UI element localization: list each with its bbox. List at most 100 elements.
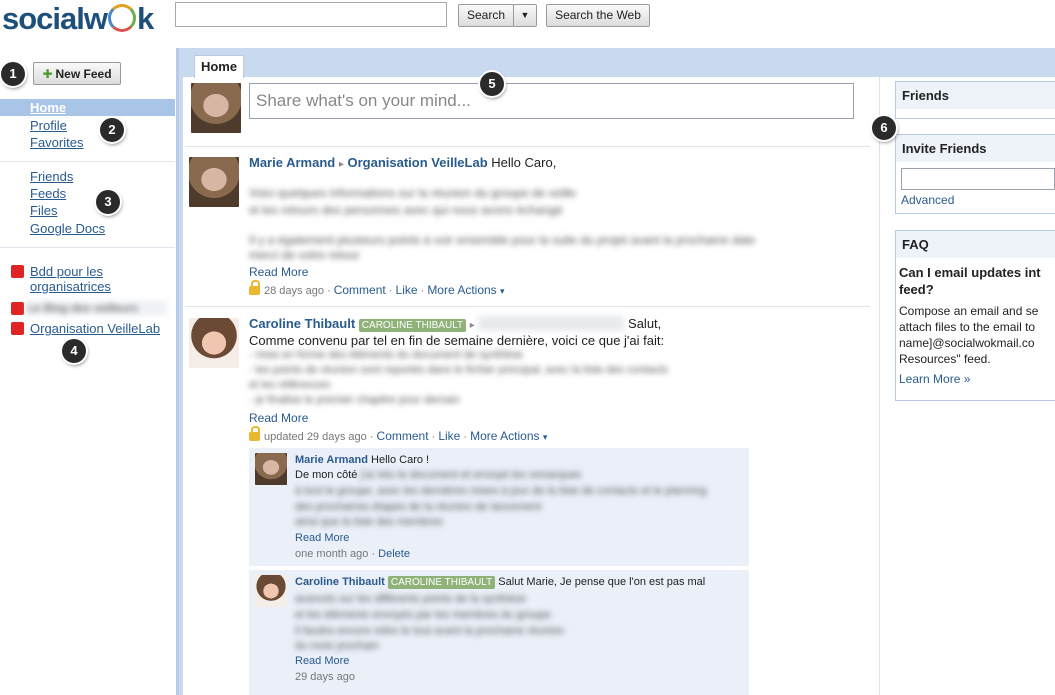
- friends-panel: Friends: [895, 81, 1055, 119]
- post-target-feed[interactable]: Organisation VeilleLab: [348, 155, 488, 170]
- comment-link[interactable]: Comment: [334, 283, 386, 297]
- post-text: Comme convenu par tel en fin de semaine …: [249, 333, 665, 348]
- comment-text-blurred: et les éléments envoyés par les membres …: [295, 609, 551, 621]
- sidebar-feed-bdd[interactable]: Bdd pour les organisatrices: [30, 264, 111, 294]
- feed-color-square: [11, 322, 24, 335]
- sidebar-item-google-docs[interactable]: Google Docs: [30, 221, 105, 236]
- comment-text-blurred: du mois prochain: [295, 640, 379, 652]
- post-author[interactable]: Marie Armand: [249, 155, 335, 170]
- search-input[interactable]: [175, 2, 447, 27]
- comment-header: Caroline Thibault CAROLINE THIBAULT Salu…: [295, 576, 706, 589]
- post-text-blurred: et les références: [249, 379, 331, 391]
- post-avatar[interactable]: [189, 157, 239, 207]
- comment-author[interactable]: Marie Armand: [295, 454, 368, 466]
- sidebar-item-favorites[interactable]: Favorites: [30, 135, 83, 150]
- comment-text-blurred: des prochaines étapes de la réunion de l…: [295, 501, 542, 513]
- like-link[interactable]: Like: [396, 283, 418, 297]
- faq-answer: Compose an email and se attach files to t…: [899, 304, 1039, 366]
- callout-6: 6: [872, 116, 896, 140]
- divider: [185, 146, 870, 147]
- callout-4: 4: [62, 339, 86, 363]
- sidebar-item-files[interactable]: Files: [30, 203, 57, 218]
- like-link[interactable]: Like: [438, 429, 460, 443]
- sidebar-feed-blurred[interactable]: Le Blog des veilleurs: [27, 301, 167, 315]
- chevron-down-icon: ▾: [542, 432, 548, 442]
- invite-email-input[interactable]: [901, 168, 1055, 190]
- arrow-right-icon: ▸: [469, 320, 475, 331]
- tab-home[interactable]: Home: [194, 55, 244, 78]
- sidebar-feed-organisation-veillelab[interactable]: Organisation VeilleLab: [30, 321, 160, 336]
- read-more-link[interactable]: Read More: [295, 532, 349, 544]
- lock-icon: [249, 426, 260, 441]
- app-logo[interactable]: socialw k: [2, 0, 154, 38]
- search-button[interactable]: Search: [458, 4, 514, 27]
- advanced-link[interactable]: Advanced: [901, 193, 954, 207]
- comment-avatar[interactable]: [255, 575, 287, 607]
- callout-1: 1: [1, 62, 25, 86]
- comment-meta: one month ago · Delete: [295, 548, 410, 560]
- post-text-blurred: Voici quelques informations sur la réuni…: [249, 186, 576, 200]
- divider: [185, 306, 870, 307]
- nav-home-highlight: [0, 99, 175, 116]
- sidebar-item-feeds[interactable]: Feeds: [30, 186, 66, 201]
- callout-2: 2: [100, 118, 124, 142]
- post-target-blurred[interactable]: Organisation VeilleLab: [478, 316, 625, 331]
- comment-meta: 29 days ago: [295, 671, 355, 683]
- comment-header: Marie Armand Hello Caro !: [295, 454, 430, 466]
- sidebar-divider: [0, 161, 175, 162]
- user-badge: CAROLINE THIBAULT: [387, 576, 496, 589]
- more-actions-link[interactable]: More Actions ▾: [470, 429, 547, 443]
- search-web-button[interactable]: Search the Web: [546, 4, 650, 27]
- invite-friends-title: Invite Friends: [896, 135, 1055, 162]
- post-meta: 28 days ago · Comment · Like · More Acti…: [249, 280, 505, 297]
- new-feed-button[interactable]: ✚ New Feed: [33, 62, 121, 85]
- chevron-down-icon: ▾: [500, 286, 505, 296]
- comment-text: De mon côté j'ai relu le document et env…: [295, 469, 582, 481]
- sidebar-divider: [0, 247, 175, 248]
- avatar[interactable]: [191, 83, 241, 133]
- feed-color-square: [11, 265, 24, 278]
- read-more-link[interactable]: Read More: [295, 655, 349, 667]
- comment-avatar[interactable]: [255, 453, 287, 485]
- callout-5: 5: [480, 72, 504, 96]
- faq-title: FAQ: [896, 231, 1055, 258]
- sidebar-item-friends[interactable]: Friends: [30, 169, 73, 184]
- comment-author[interactable]: Caroline Thibault: [295, 576, 385, 588]
- post-header: Marie Armand ▸ Organisation VeilleLab He…: [249, 155, 849, 170]
- share-input[interactable]: Share what's on your mind...: [249, 83, 854, 119]
- sidebar-item-home[interactable]: Home: [30, 100, 66, 115]
- post-header: Caroline Thibault CAROLINE THIBAULT ▸ Or…: [249, 316, 849, 332]
- friends-title: Friends: [896, 82, 1055, 109]
- faq-question: Can I email updates int feed?: [899, 265, 1041, 297]
- comment-text-blurred: avancés sur les différents points de la …: [295, 593, 526, 605]
- post-greeting: Salut,: [628, 316, 662, 331]
- logo-wok-icon: [108, 4, 136, 32]
- post-text-blurred: Il y a également plusieurs points à voir…: [249, 233, 756, 247]
- post-avatar[interactable]: [189, 318, 239, 368]
- post-meta: updated 29 days ago · Comment · Like · M…: [249, 426, 547, 443]
- comment-text-blurred: il faudra encore relire le tout avant la…: [295, 625, 565, 637]
- chevron-down-icon: ▼: [520, 10, 530, 20]
- feed-color-square: [11, 302, 24, 315]
- sidebar-item-profile[interactable]: Profile: [30, 118, 67, 133]
- more-actions-link[interactable]: More Actions ▾: [427, 283, 504, 297]
- read-more-link[interactable]: Read More: [249, 265, 308, 279]
- post-text-blurred: - mise en forme des éléments du document…: [249, 349, 523, 361]
- arrow-right-icon: ▸: [338, 159, 344, 170]
- delete-link[interactable]: Delete: [378, 548, 410, 560]
- lock-icon: [249, 280, 260, 295]
- post-text-blurred: merci de votre retour: [249, 248, 360, 262]
- comment-text-blurred: ainsi que la liste des membres: [295, 516, 443, 528]
- comment-link[interactable]: Comment: [377, 429, 429, 443]
- plus-icon: ✚: [42, 67, 53, 81]
- post-text-blurred: et les retours des personnes avec qui no…: [249, 203, 563, 217]
- search-options-dropdown[interactable]: ▼: [513, 4, 537, 27]
- callout-3: 3: [96, 190, 120, 214]
- post-greeting: Hello Caro,: [491, 155, 557, 170]
- post-text-blurred: - je finalise le premier chapitre pour d…: [249, 394, 460, 406]
- read-more-link[interactable]: Read More: [249, 411, 308, 425]
- post-text-blurred: - les points de réunion sont reportés da…: [249, 364, 668, 376]
- learn-more-link[interactable]: Learn More »: [899, 372, 970, 386]
- comment-text-blurred: à tout le groupe, avec les dernières mis…: [295, 485, 707, 497]
- post-author[interactable]: Caroline Thibault: [249, 316, 355, 331]
